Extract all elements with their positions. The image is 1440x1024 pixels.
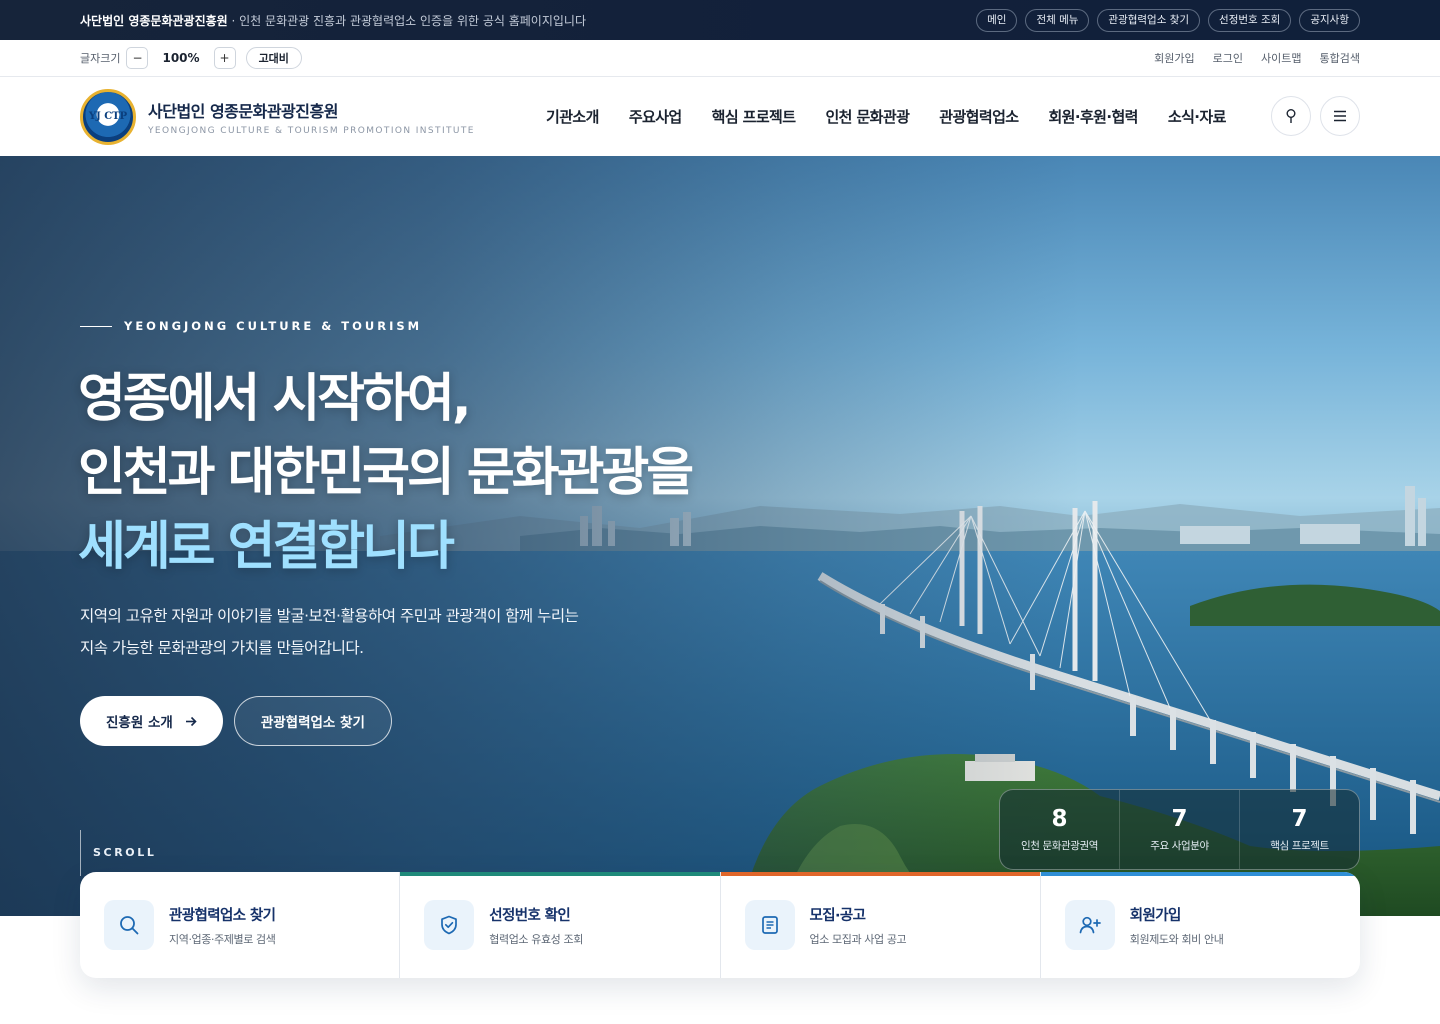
main-header: YJ CTP 사단법인 영종문화관광진흥원 YEONGJONG CULTURE … [0, 77, 1440, 156]
hero-cta-row: 진흥원 소개 관광협력업소 찾기 [80, 696, 392, 746]
quick-service-cards: 관광협력업소 찾기 지역·업종·주제별로 검색 선정번호 확인 협력업소 유효성… [80, 872, 1360, 978]
arrow-right-icon [185, 716, 197, 726]
quick-link-selection-lookup[interactable]: 선정번호 조회 [1208, 8, 1292, 32]
headline-line-1: 영종에서 시작하여, [78, 369, 472, 429]
header-actions [1271, 96, 1360, 136]
utility-links: 회원가입 로그인 사이트맵 통합검색 [1154, 50, 1360, 66]
location-pin-icon [1286, 109, 1296, 123]
hero-eyebrow: YEONGJONG CULTURE & TOURISM [80, 319, 422, 333]
search-link[interactable]: 통합검색 [1320, 50, 1360, 66]
main-nav: 기관소개 주요사업 핵심 프로젝트 인천 문화관광 관광협력업소 회원·후원·협… [546, 106, 1226, 127]
hero-headline: 영종에서 시작하여, 인천과 대한민국의 문화관광을 세계로 연결합니다 [78, 362, 694, 584]
quick-card-selection-check[interactable]: 선정번호 확인 협력업소 유효성 조회 [400, 872, 721, 978]
menu-button[interactable] [1320, 96, 1360, 136]
hamburger-icon [1334, 110, 1346, 122]
quick-card-desc: 지역·업종·주제별로 검색 [169, 932, 276, 946]
find-partner-button[interactable]: 관광협력업소 찾기 [233, 696, 392, 746]
org-name: 사단법인 영종문화관광진흥원 [80, 13, 228, 28]
subcopy-line-2: 지속 가능한 문화관광의 가치를 만들어갑니다. [80, 639, 364, 657]
stat-label: 주요 사업분야 [1150, 840, 1209, 852]
sitemap-link[interactable]: 사이트맵 [1261, 50, 1301, 66]
site-tagline: · 인천 문화관광 진흥과 관광협력업소 인증을 위한 공식 홈페이지입니다 [227, 13, 587, 28]
stat-value: 8 [1051, 806, 1068, 832]
quick-card-desc: 회원제도와 회비 안내 [1129, 932, 1224, 946]
logo[interactable]: YJ CTP 사단법인 영종문화관광진흥원 YEONGJONG CULTURE … [80, 88, 500, 145]
logo-org-name-en: YEONGJONG CULTURE & TOURISM PROMOTION IN… [148, 125, 475, 136]
about-institute-button[interactable]: 진흥원 소개 [80, 696, 223, 746]
about-institute-label: 진흥원 소개 [106, 715, 173, 731]
stat-item: 7 주요 사업분야 [1120, 790, 1240, 869]
quick-card-desc: 협력업소 유효성 조회 [489, 932, 583, 946]
hero-subcopy: 지역의 고유한 자원과 이야기를 발굴·보전·활용하여 주민과 관광객이 함께 … [80, 600, 579, 664]
quick-link-partner-search[interactable]: 관광협력업소 찾기 [1097, 8, 1201, 32]
stat-value: 7 [1291, 806, 1308, 832]
find-partner-label: 관광협력업소 찾기 [260, 715, 365, 731]
stat-label: 핵심 프로젝트 [1270, 840, 1329, 852]
card-accent-bar [400, 872, 720, 876]
font-size-control: 글자크기 − 100% + 고대비 [80, 47, 302, 69]
nav-item-about[interactable]: 기관소개 [546, 106, 599, 127]
shield-check-icon [424, 900, 475, 950]
nav-item-incheon-tourism[interactable]: 인천 문화관광 [825, 106, 909, 127]
quick-card-title: 모집·공고 [809, 907, 866, 924]
quick-card-title: 관광협력업소 찾기 [169, 907, 276, 924]
card-accent-bar [720, 872, 1040, 876]
headline-line-3: 세계로 연결합니다 [78, 517, 455, 577]
quick-links: 메인 전체 메뉴 관광협력업소 찾기 선정번호 조회 공지사항 [976, 8, 1360, 32]
quick-card-title: 선정번호 확인 [489, 907, 571, 924]
scroll-indicator[interactable]: SCROLL [80, 830, 156, 876]
high-contrast-button[interactable]: 고대비 [245, 47, 302, 69]
document-icon [744, 900, 795, 950]
quick-card-partner-search[interactable]: 관광협력업소 찾기 지역·업종·주제별로 검색 [80, 872, 401, 978]
quick-card-title: 회원가입 [1129, 907, 1182, 924]
signup-link[interactable]: 회원가입 [1154, 50, 1194, 66]
logo-emblem-icon: YJ CTP [80, 88, 136, 145]
utility-bar: 글자크기 − 100% + 고대비 회원가입 로그인 사이트맵 통합검색 [0, 40, 1440, 77]
subcopy-line-1: 지역의 고유한 자원과 이야기를 발굴·보전·활용하여 주민과 관광객이 함께 … [80, 607, 579, 625]
location-button[interactable] [1271, 96, 1311, 136]
stat-item: 8 인천 문화관광권역 [1000, 790, 1120, 869]
nav-item-projects[interactable]: 핵심 프로젝트 [712, 106, 796, 127]
stat-item: 7 핵심 프로젝트 [1240, 790, 1359, 869]
nav-item-membership[interactable]: 회원·후원·협력 [1048, 106, 1138, 127]
logo-text: 사단법인 영종문화관광진흥원 YEONGJONG CULTURE & TOURI… [148, 98, 475, 136]
font-increase-button[interactable]: + [213, 47, 236, 69]
headline-line-2: 인천과 대한민국의 문화관광을 [78, 443, 694, 503]
nav-item-business[interactable]: 주요사업 [629, 106, 682, 127]
hero-eyebrow-text: YEONGJONG CULTURE & TOURISM [124, 319, 423, 333]
stat-label: 인천 문화관광권역 [1020, 840, 1099, 852]
eyebrow-line [80, 325, 112, 327]
quick-card-signup[interactable]: 회원가입 회원제도와 회비 안내 [1040, 872, 1360, 978]
font-decrease-button[interactable]: − [126, 47, 149, 69]
zoom-level: 100% [162, 51, 200, 65]
logo-org-name: 사단법인 영종문화관광진흥원 [148, 101, 338, 121]
font-size-label: 글자크기 [80, 52, 121, 65]
search-icon [104, 900, 154, 950]
quick-link-notice[interactable]: 공지사항 [1299, 8, 1360, 32]
user-add-icon [1064, 900, 1115, 950]
quick-card-recruit-notice[interactable]: 모집·공고 업소 모집과 사업 공고 [720, 872, 1041, 978]
login-link[interactable]: 로그인 [1213, 50, 1243, 66]
nav-item-news[interactable]: 소식·자료 [1168, 106, 1227, 127]
nav-item-partners[interactable]: 관광협력업소 [939, 106, 1019, 127]
top-info-bar: 사단법인 영종문화관광진흥원 · 인천 문화관광 진흥과 관광협력업소 인증을 … [0, 0, 1440, 40]
site-intro: 사단법인 영종문화관광진흥원 · 인천 문화관광 진흥과 관광협력업소 인증을 … [80, 12, 586, 29]
quick-link-main[interactable]: 메인 [976, 8, 1018, 32]
quick-link-full-menu[interactable]: 전체 메뉴 [1025, 8, 1090, 32]
hero-section: YEONGJONG CULTURE & TOURISM 영종에서 시작하여, 인… [0, 156, 1440, 916]
quick-card-desc: 업소 모집과 사업 공고 [809, 932, 907, 946]
stat-value: 7 [1171, 806, 1188, 832]
logo-mark-text: YJ CTP [88, 110, 128, 122]
card-accent-bar [1040, 872, 1360, 876]
hero-stats-panel: 8 인천 문화관광권역 7 주요 사업분야 7 핵심 프로젝트 [999, 789, 1360, 870]
